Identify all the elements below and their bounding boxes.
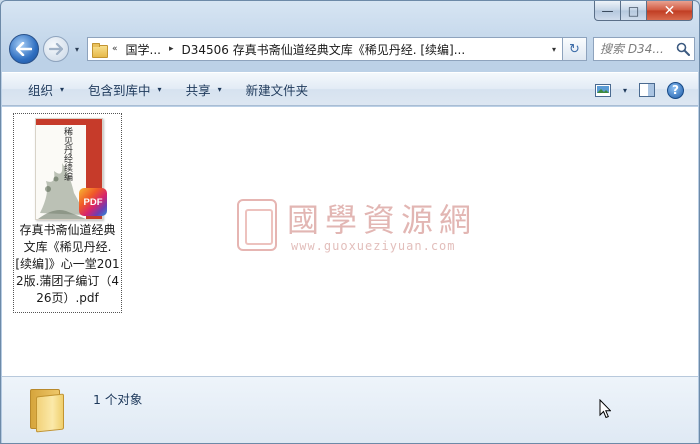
address-dropdown[interactable]: ▾ bbox=[546, 38, 562, 60]
search-input[interactable] bbox=[600, 42, 674, 56]
file-item[interactable]: 稀见丹经续编 PDF 存真书斋仙道经典文库《稀见丹经. [续编]》心一堂2012… bbox=[13, 113, 122, 313]
back-button[interactable] bbox=[9, 34, 39, 64]
folder-icon bbox=[92, 42, 108, 58]
close-button[interactable]: ✕ bbox=[647, 1, 693, 21]
address-overflow[interactable]: « bbox=[108, 44, 122, 54]
new-folder-button[interactable]: 新建文件夹 bbox=[234, 76, 321, 102]
help-button[interactable]: ? bbox=[661, 77, 690, 103]
recent-pages-dropdown[interactable]: ▾ bbox=[72, 44, 82, 54]
pdf-icon: PDF bbox=[79, 188, 107, 216]
organize-label: 组织 bbox=[28, 82, 54, 98]
preview-pane-icon bbox=[639, 83, 655, 97]
maximize-button[interactable]: □ bbox=[621, 1, 647, 21]
address-segment-root[interactable]: 国学... bbox=[122, 41, 165, 58]
chevron-down-icon: ▾ bbox=[60, 84, 65, 94]
details-pane: 1 个对象 bbox=[2, 376, 698, 443]
minimize-button[interactable]: — bbox=[594, 1, 621, 21]
mouse-cursor-icon bbox=[599, 399, 611, 419]
item-count: 1 个对象 bbox=[93, 392, 143, 407]
change-view-button[interactable] bbox=[589, 77, 617, 103]
folder-icon bbox=[28, 387, 68, 433]
watermark-title: 國學資源網 bbox=[287, 201, 478, 239]
explorer-window: — □ ✕ ▾ « 国学... ▸ D34506 存真书斋仙道经典文库《稀见丹经… bbox=[0, 0, 700, 444]
close-icon: ✕ bbox=[663, 2, 676, 19]
view-options-dropdown[interactable]: ▾ bbox=[617, 77, 633, 103]
include-in-library-menu[interactable]: 包含到库中 ▾ bbox=[76, 76, 174, 102]
view-controls: ▾ ? bbox=[589, 77, 690, 103]
search-box[interactable] bbox=[593, 37, 695, 61]
forward-arrow-icon bbox=[49, 43, 63, 55]
navigation-bar: ▾ « 国学... ▸ D34506 存真书斋仙道经典文库《稀见丹经. [续编]… bbox=[7, 32, 695, 66]
chevron-down-icon: ▾ bbox=[622, 85, 627, 95]
watermark-url: www.guoxueziyuan.com bbox=[291, 239, 456, 253]
watermark: 國學資源網 www.guoxueziyuan.com bbox=[237, 195, 497, 265]
address-separator[interactable]: ▸ bbox=[165, 44, 178, 54]
seal-logo-icon bbox=[237, 199, 277, 251]
back-arrow-icon bbox=[16, 42, 32, 56]
chevron-down-icon: ▾ bbox=[157, 84, 162, 94]
address-segment-current[interactable]: D34506 存真书斋仙道经典文库《稀见丹经. [续编]... bbox=[178, 41, 470, 58]
forward-button[interactable] bbox=[43, 36, 69, 62]
minimize-icon: — bbox=[601, 3, 614, 18]
address-bar[interactable]: « 国学... ▸ D34506 存真书斋仙道经典文库《稀见丹经. [续编]..… bbox=[87, 37, 563, 61]
cover-title: 稀见丹经续编 bbox=[62, 127, 72, 181]
command-bar: 组织 ▾ 包含到库中 ▾ 共享 ▾ 新建文件夹 ▾ ? bbox=[2, 72, 698, 106]
chevron-down-icon: ▾ bbox=[217, 84, 222, 94]
preview-pane-button[interactable] bbox=[633, 77, 661, 103]
share-menu[interactable]: 共享 ▾ bbox=[174, 76, 234, 102]
new-folder-label: 新建文件夹 bbox=[245, 82, 309, 98]
help-icon: ? bbox=[667, 81, 684, 99]
share-label: 共享 bbox=[185, 82, 211, 98]
view-icon bbox=[594, 83, 611, 97]
file-list-area[interactable]: 稀见丹经续编 PDF 存真书斋仙道经典文库《稀见丹经. [续编]》心一堂2012… bbox=[2, 107, 698, 376]
file-name[interactable]: 存真书斋仙道经典文库《稀见丹经. [续编]》心一堂2012版.蒲团子编订（426… bbox=[14, 222, 121, 307]
maximize-icon: □ bbox=[627, 3, 640, 18]
include-in-library-label: 包含到库中 bbox=[88, 82, 151, 98]
refresh-icon: ↻ bbox=[569, 41, 580, 57]
search-icon[interactable] bbox=[676, 42, 690, 56]
caption-buttons: — □ ✕ bbox=[594, 1, 693, 21]
organize-menu[interactable]: 组织 ▾ bbox=[16, 76, 76, 102]
refresh-button[interactable]: ↻ bbox=[563, 37, 587, 61]
